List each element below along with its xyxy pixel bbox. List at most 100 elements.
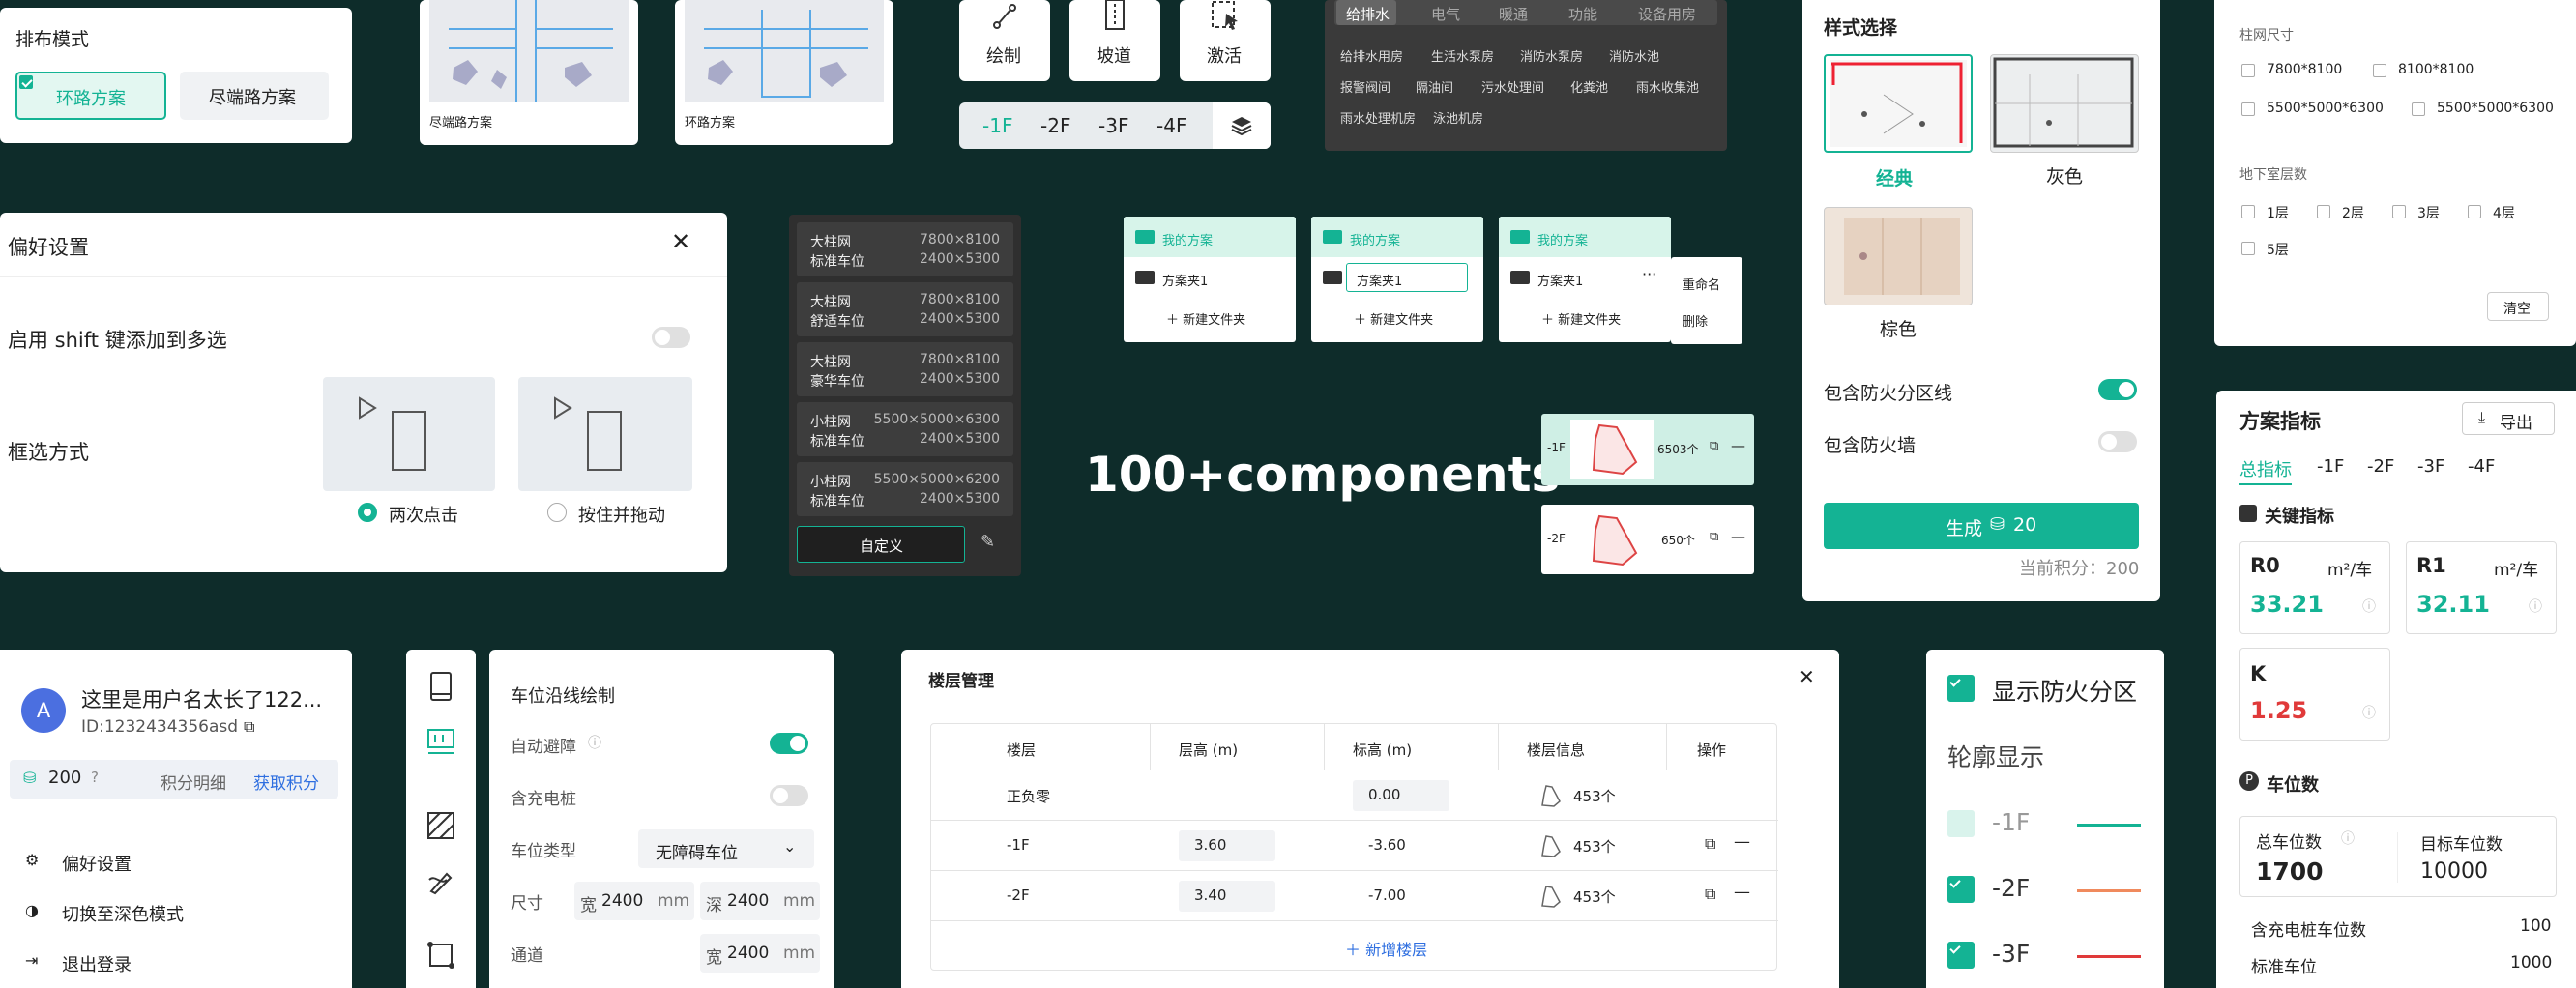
- info-icon[interactable]: ⓘ: [2362, 703, 2376, 722]
- ramp-tool-button[interactable]: 坡道: [1069, 0, 1160, 81]
- room-tab[interactable]: 给排水: [1346, 4, 1390, 24]
- filter-checkbox[interactable]: [2241, 102, 2255, 116]
- minus-icon[interactable]: —: [1734, 883, 1750, 902]
- floor-tab[interactable]: -2F: [1040, 114, 1070, 137]
- metrics-tab[interactable]: -1F: [2317, 456, 2344, 477]
- height-input[interactable]: 3.60: [1179, 830, 1275, 861]
- frame-icon[interactable]: [425, 940, 456, 971]
- filter-checkbox[interactable]: [2317, 205, 2330, 218]
- radio-drag[interactable]: [547, 503, 567, 522]
- room-tab[interactable]: 暖通: [1499, 4, 1528, 24]
- room-tag[interactable]: 隔油间: [1416, 77, 1453, 96]
- new-folder-button[interactable]: ＋ 新建文件夹: [1166, 309, 1245, 328]
- elevation-input[interactable]: 0.00: [1353, 780, 1449, 811]
- minus-icon[interactable]: —: [1734, 832, 1750, 852]
- generate-button[interactable]: 生成 ⛁ 20: [1824, 503, 2139, 549]
- width-input[interactable]: 宽 2400 mm: [574, 882, 694, 920]
- show-fire-checkbox[interactable]: [1947, 675, 1975, 702]
- style-gray[interactable]: [1990, 54, 2139, 153]
- clear-button[interactable]: 清空: [2487, 292, 2549, 321]
- more-icon[interactable]: ···: [1642, 265, 1656, 283]
- floor-tab[interactable]: -3F: [1098, 114, 1128, 137]
- grid-list-item[interactable]: 大柱网 标准车位 7800×8100 2400×5300: [797, 222, 1013, 276]
- avatar[interactable]: A: [21, 688, 66, 733]
- menu-logout[interactable]: 退出登录: [62, 951, 132, 976]
- custom-button[interactable]: 自定义: [797, 526, 965, 563]
- info-icon[interactable]: ⓘ: [2341, 828, 2355, 848]
- avoid-toggle[interactable]: [770, 733, 808, 754]
- copy-icon[interactable]: ⧉: [1710, 530, 1718, 544]
- room-tag[interactable]: 生活水泵房: [1431, 46, 1494, 65]
- room-tab[interactable]: 设备用房: [1638, 4, 1696, 24]
- drag-preview[interactable]: [518, 377, 692, 491]
- minus-icon[interactable]: —: [1731, 437, 1745, 454]
- room-tag[interactable]: 消防水池: [1609, 46, 1659, 65]
- room-tag[interactable]: 给排水用房: [1340, 46, 1403, 65]
- help-icon[interactable]: ?: [91, 769, 99, 786]
- folder-label[interactable]: 方案夹1: [1162, 271, 1208, 289]
- style-brown[interactable]: [1824, 207, 1973, 305]
- lane-input[interactable]: 宽 2400 mm: [700, 934, 820, 973]
- filter-checkbox[interactable]: [2468, 205, 2481, 218]
- new-folder-button[interactable]: ＋ 新建文件夹: [1354, 309, 1433, 328]
- parking-layout-icon[interactable]: [425, 727, 456, 758]
- grid-list-item[interactable]: 大柱网 舒适车位 7800×8100 2400×5300: [797, 282, 1013, 336]
- shift-toggle[interactable]: [652, 327, 690, 348]
- add-floor-button[interactable]: ＋ 新增楼层: [1345, 937, 1427, 960]
- filter-checkbox[interactable]: [2392, 205, 2406, 218]
- room-tag[interactable]: 消防水泵房: [1520, 46, 1583, 65]
- copy-icon[interactable]: ⧉: [1705, 885, 1715, 904]
- rename-input[interactable]: 方案夹1: [1346, 263, 1468, 292]
- ev-toggle[interactable]: [770, 785, 808, 806]
- radio-two-click[interactable]: [358, 503, 377, 522]
- pen-icon[interactable]: [425, 866, 456, 897]
- dead-end-option[interactable]: 尽端路方案: [180, 72, 329, 120]
- tablet-icon[interactable]: [427, 671, 454, 702]
- height-input[interactable]: 3.40: [1179, 881, 1275, 912]
- room-tag[interactable]: 雨水处理机房: [1340, 108, 1416, 127]
- fire-floor-checkbox[interactable]: [1947, 810, 1975, 837]
- grid-list-item[interactable]: 小柱网 标准车位 5500×5000×6200 2400×5300: [797, 462, 1013, 516]
- metrics-tab[interactable]: -3F: [2417, 456, 2444, 477]
- style-classic[interactable]: [1824, 54, 1973, 153]
- depth-input[interactable]: 深 2400 mm: [700, 882, 820, 920]
- close-icon[interactable]: ✕: [1799, 665, 1815, 688]
- layers-button[interactable]: [1213, 102, 1271, 149]
- filter-checkbox[interactable]: [2241, 64, 2255, 77]
- menu-dark-mode[interactable]: 切换至深色模式: [62, 901, 184, 926]
- copy-icon[interactable]: ⧉: [244, 717, 254, 737]
- filter-checkbox[interactable]: [2241, 205, 2255, 218]
- copy-icon[interactable]: ⧉: [1705, 834, 1715, 854]
- info-icon[interactable]: ⓘ: [2362, 596, 2376, 616]
- room-tag[interactable]: 污水处理间: [1481, 77, 1544, 96]
- two-click-preview[interactable]: [323, 377, 495, 491]
- edit-icon[interactable]: ✎: [981, 532, 995, 552]
- info-icon[interactable]: ⓘ: [588, 733, 601, 752]
- get-points-link[interactable]: 获取积分: [253, 770, 319, 794]
- floor-card[interactable]: -1F 6503个 ⧉ —: [1541, 414, 1754, 485]
- room-tag[interactable]: 雨水收集池: [1636, 77, 1699, 96]
- dead-end-thumb-card[interactable]: 尽端路方案: [420, 0, 638, 145]
- copy-icon[interactable]: ⧉: [1710, 439, 1718, 453]
- minus-icon[interactable]: —: [1731, 528, 1745, 545]
- room-tag[interactable]: 泳池机房: [1433, 108, 1483, 127]
- menu-preferences[interactable]: 偏好设置: [62, 851, 132, 876]
- fire-wall-toggle[interactable]: [2098, 431, 2137, 452]
- hatch-icon[interactable]: [425, 810, 456, 841]
- delete-menu-item[interactable]: 删除: [1683, 311, 1708, 330]
- filter-checkbox[interactable]: [2412, 102, 2425, 116]
- loop-thumb-card[interactable]: 环路方案: [675, 0, 893, 145]
- grid-list-item[interactable]: 大柱网 豪华车位 7800×8100 2400×5300: [797, 342, 1013, 396]
- room-tag[interactable]: 化粪池: [1570, 77, 1608, 96]
- room-tab[interactable]: 功能: [1568, 4, 1597, 24]
- draw-tool-button[interactable]: 绘制: [959, 0, 1050, 81]
- filter-checkbox[interactable]: [2241, 242, 2255, 255]
- fire-floor-checkbox[interactable]: [1947, 876, 1975, 903]
- new-folder-button[interactable]: ＋ 新建文件夹: [1541, 309, 1621, 328]
- filter-checkbox[interactable]: [2373, 64, 2386, 77]
- floor-card[interactable]: -2F 650个 ⧉ —: [1541, 505, 1754, 574]
- grid-list-item[interactable]: 小柱网 标准车位 5500×5000×6300 2400×5300: [797, 402, 1013, 456]
- activate-tool-button[interactable]: 激活: [1180, 0, 1271, 81]
- close-icon[interactable]: ✕: [671, 228, 690, 255]
- metrics-tab[interactable]: -4F: [2468, 456, 2495, 477]
